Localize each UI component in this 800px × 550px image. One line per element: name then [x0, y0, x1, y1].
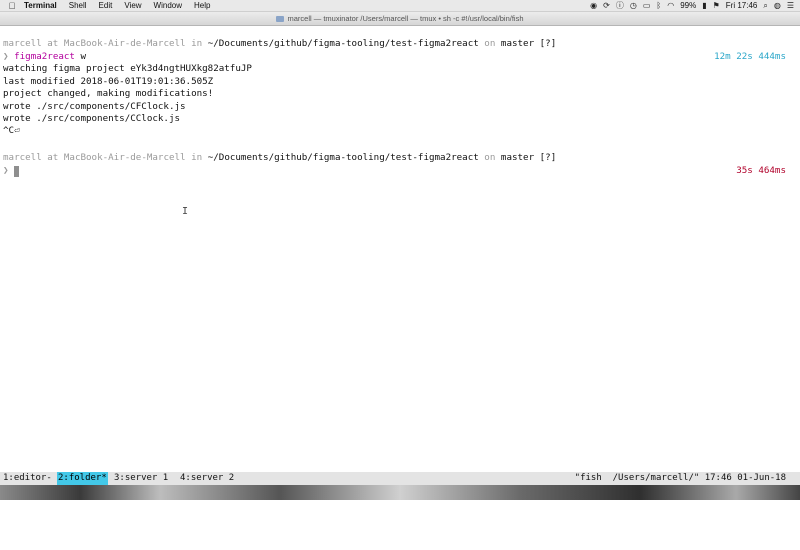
menu-terminal[interactable]: Terminal	[24, 1, 57, 10]
battery-percent: 99%	[680, 1, 697, 10]
menu-bar:  Terminal Shell Edit View Window Help ◉…	[0, 0, 800, 12]
menubar-clock[interactable]: Fri 17:46	[726, 1, 758, 10]
prompt-host: MacBook-Air-de-Marcell	[63, 38, 186, 49]
menu-help[interactable]: Help	[194, 1, 210, 10]
time-machine-icon[interactable]: ◷	[630, 1, 637, 10]
command-duration: 35s 464ms	[736, 165, 786, 176]
siri-icon[interactable]: ◍	[774, 1, 781, 10]
folder-icon	[276, 16, 285, 22]
battery-icon[interactable]: ▮	[702, 1, 706, 10]
prompt-on: on	[478, 152, 501, 163]
prompt-on: on	[478, 38, 501, 49]
status-icons: ◉ ⟳ ⓘ ◷ ▭ ᛒ ◠ 99% ▮ ⚑ Fri 17:46 ⌕ ◍ ☰	[590, 1, 800, 10]
menu-edit[interactable]: Edit	[99, 1, 113, 10]
prompt-chevron-icon: ❯	[3, 51, 9, 62]
output-line: ^C⏎	[3, 125, 20, 136]
prompt-user: marcell	[3, 38, 42, 49]
menu-view[interactable]: View	[124, 1, 141, 10]
prompt-line: marcell at MacBook-Air-de-Marcell in ~/D…	[3, 152, 556, 164]
wifi-icon[interactable]: ◠	[667, 1, 674, 10]
prompt-chevron-icon: ❯	[3, 165, 9, 176]
tmux-status-bar: 1:editor- 2:folder* 3:server 1 4:server …	[0, 472, 800, 485]
bluetooth-icon[interactable]: ᛒ	[656, 1, 661, 10]
prompt-host: MacBook-Air-de-Marcell	[63, 152, 186, 163]
command-arg: w	[74, 51, 87, 62]
window-title-bar[interactable]: marcell — tmuxinator /Users/marcell — tm…	[0, 12, 800, 26]
sync-icon[interactable]: ⟳	[603, 1, 610, 10]
prompt-branch: master	[500, 38, 535, 49]
output-line: wrote ./src/components/CClock.js	[3, 113, 181, 124]
command-name: figma2react	[14, 51, 75, 62]
command-line: ❯ figma2react w	[3, 51, 86, 63]
notification-center-icon[interactable]: ☰	[787, 1, 794, 10]
prompt-at: at	[41, 152, 64, 163]
input-line[interactable]: ❯	[3, 165, 9, 177]
prompt-path: ~/Documents/github/figma-tooling/test-fi…	[207, 38, 479, 49]
menu-shell[interactable]: Shell	[69, 1, 87, 10]
prompt-git-status: [?]	[534, 152, 557, 163]
prompt-line: marcell at MacBook-Air-de-Marcell in ~/D…	[3, 38, 556, 50]
desktop-background	[0, 485, 800, 500]
command-duration: 12m 22s 444ms	[714, 51, 786, 62]
spotlight-search-icon[interactable]: ⌕	[763, 1, 767, 10]
window-title: marcell — tmuxinator /Users/marcell — tm…	[287, 14, 524, 23]
tmux-window-folder[interactable]: 2:folder*	[57, 472, 108, 485]
prompt-in: in	[185, 38, 208, 49]
prompt-git-status: [?]	[534, 38, 557, 49]
text-cursor	[14, 166, 19, 177]
flag-icon[interactable]: ⚑	[713, 1, 720, 10]
ibeam-cursor-icon: I	[182, 206, 189, 217]
output-line: watching figma project eYk3d4ngtHUXkg82a…	[3, 63, 252, 74]
output-line: wrote ./src/components/CFClock.js	[3, 101, 186, 112]
tmux-window-server-2[interactable]: 4:server 2	[180, 472, 234, 485]
prompt-user: marcell	[3, 152, 42, 163]
prompt-branch: master	[500, 152, 535, 163]
tmux-window-server-1[interactable]: 3:server 1	[114, 472, 168, 485]
airplay-icon[interactable]: ▭	[643, 1, 651, 10]
terminal-view[interactable]: marcell at MacBook-Air-de-Marcell in ~/D…	[0, 26, 800, 466]
info-icon[interactable]: ⓘ	[616, 1, 624, 10]
tmux-window-editor[interactable]: 1:editor-	[3, 472, 52, 485]
prompt-path: ~/Documents/github/figma-tooling/test-fi…	[207, 152, 479, 163]
tmux-status-right: "fish /Users/marcell/" 17:46 01-Jun-18	[574, 473, 786, 483]
output-line: last modified 2018-06-01T19:01:36.505Z	[3, 76, 214, 87]
prompt-at: at	[41, 38, 64, 49]
output-line: project changed, making modifications!	[3, 88, 214, 99]
prompt-in: in	[185, 152, 208, 163]
record-icon[interactable]: ◉	[590, 1, 597, 10]
apple-menu-icon[interactable]: 	[4, 1, 20, 11]
menu-window[interactable]: Window	[154, 1, 182, 10]
